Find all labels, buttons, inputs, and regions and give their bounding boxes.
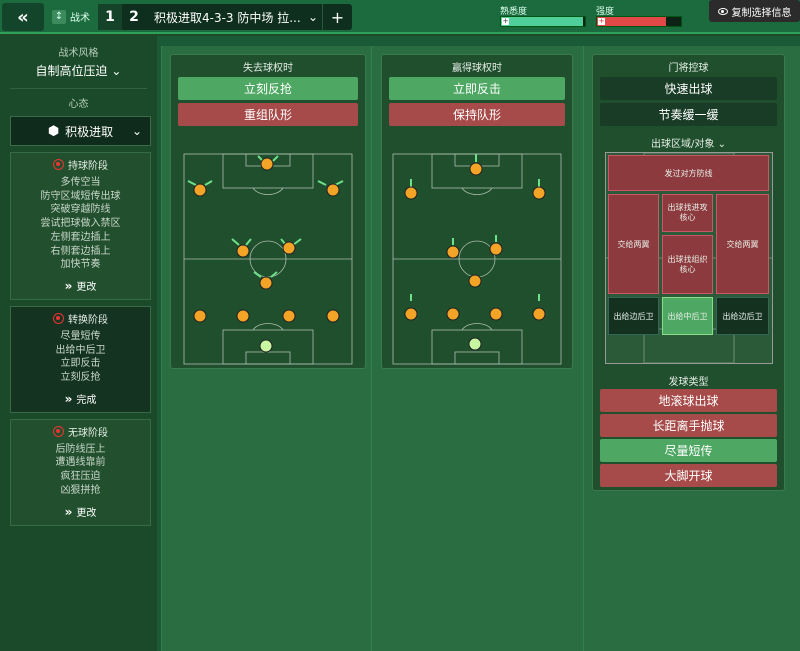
chevron-down-icon: ⌄ [131,124,142,138]
list-item: 加快节奏 [60,259,101,271]
no-ball-icon [53,425,64,437]
list-item: 突破穿越防线 [50,204,111,216]
style-value: 自制高位压迫 [35,64,108,78]
back-button[interactable]: « [2,3,44,31]
distribution-zones: 发过对方防线 交给两翼 出球找进攻核心 出球找组织核心 交给两翼 出给边后卫 出… [605,152,773,364]
loss-possession-panel: 失去球权时 立刻反抢 重组队形 [170,54,366,369]
zone-centre-back[interactable]: 出给中后卫 [662,297,713,335]
style-selector[interactable]: 自制高位压迫 ⌄ [0,62,157,79]
hold-shape-button[interactable]: 保持队形 [389,103,565,126]
long-throw-button[interactable]: 长距离手抛球 [600,414,777,437]
change-button-label: 更改 [76,507,97,519]
panel-title: 失去球权时 [243,63,293,74]
list-item: 多传空当 [60,177,101,188]
copy-selection-label: 复制选择信息 [731,7,792,19]
double-chevron-right-icon: » [64,391,73,406]
chevron-down-icon: ⌄ [111,64,122,78]
phase-transition: 转换阶段 尽量短传 出给中后卫 立即反击 立刻反抢 » 完成 [10,305,151,413]
target-icon [53,159,64,170]
list-item: 凶狠拼抢 [60,484,101,496]
double-chevron-left-icon: « [17,6,29,28]
copy-selection-button[interactable]: 复制选择信息 [709,0,800,22]
regroup-button[interactable]: 重组队形 [178,103,358,126]
tactic-slot-2[interactable]: 2 [122,4,146,30]
list-item: 立即反击 [60,358,101,370]
tactic-selector[interactable]: 1 2 积极进取4-3-3 防中场 拉... ⌄ + [98,4,352,30]
zone-selector[interactable]: 出球区域/对象 ⌄ [593,135,784,150]
goalkeeper-panel: 门将控球 快速出球 节奏缓一缓 出球区域/对象 ⌄ 发过对方防线 交给两翼 出球… [592,54,785,491]
counter-press-button[interactable]: 立刻反抢 [178,77,358,100]
double-chevron-right-icon: » [64,278,73,293]
chevron-down-icon[interactable]: ⌄ [304,10,322,24]
list-item: 后防线压上 [55,443,106,455]
intensity-fill [597,17,666,26]
phase-title: 无球阶段 [68,427,108,439]
intensity-meter: 强度 + [596,4,682,27]
list-item: 尝试把球做入禁区 [40,218,121,230]
familiarity-label: 熟悉度 [500,7,528,17]
tactics-tab-label: 战术 [70,13,90,24]
list-item: 遭遇线靠前 [55,457,106,469]
pitch-gain [392,153,562,365]
top-bar: « ↕ 战术 1 2 积极进取4-3-3 防中场 拉... ⌄ + 熟悉度 + … [0,0,800,34]
double-chevron-right-icon: » [64,504,73,519]
style-heading: 战术风格 [58,48,99,59]
short-pass-button[interactable]: 尽量短传 [600,439,777,462]
list-item: 右侧套边插上 [50,245,111,257]
sidebar: 战术风格 自制高位压迫 ⌄ 心态 ⬢ 积极进取 ⌄ 持球阶段 多传空当 防守区域… [0,36,157,651]
transition-icon [53,312,64,324]
chevron-down-icon: ⌄ [717,139,726,150]
phase-in-possession: 持球阶段 多传空当 防守区域短传出球 突破穿越防线 尝试把球做入禁区 左侧套边插… [10,152,151,300]
phase-title: 转换阶段 [68,314,108,326]
mentality-value: 积极进取 [65,124,114,139]
list-item: 防守区域短传出球 [40,190,121,202]
gain-possession-panel: 赢得球权时 立即反击 保持队形 [381,54,573,369]
zone-playmaker-core[interactable]: 出球找组织核心 [662,235,713,294]
main-area: 失去球权时 立刻反抢 重组队形 赢得球权时 立即反击 保持队形 门将控球 快速出… [157,36,800,651]
roll-it-out-button[interactable]: 地滚球出球 [600,389,777,412]
cube-icon: ⬢ [47,123,60,139]
distribution-heading: 发球类型 [668,377,709,388]
zone-heading: 出球区域/对象 [651,139,715,150]
list-item: 出给中后卫 [55,344,106,356]
panel-title: 门将控球 [668,63,709,74]
tactic-name: 积极进取4-3-3 防中场 拉... [154,10,301,25]
done-button-label: 完成 [76,394,97,406]
list-item: 左侧套边插上 [50,231,111,243]
change-button-label: 更改 [76,281,97,293]
familiarity-fill [501,17,584,26]
phase-out-of-possession: 无球阶段 后防线压上 遭遇线靠前 疯狂压迫 凶狠拼抢 » 更改 [10,418,151,526]
list-item: 立刻反抢 [60,372,101,384]
zone-beyond-defence[interactable]: 发过对方防线 [608,155,769,191]
zone-attack-core[interactable]: 出球找进攻核心 [662,194,713,232]
add-tactic-button[interactable]: + [322,4,352,30]
mentality-selector[interactable]: ⬢ 积极进取 ⌄ [10,116,151,146]
intensity-label: 强度 [596,7,615,17]
list-item: 疯狂压迫 [60,471,101,483]
list-item: 尽量短传 [60,330,101,342]
familiarity-meter: 熟悉度 + [500,4,586,27]
counter-attack-button[interactable]: 立即反击 [389,77,565,100]
zone-left-fullback[interactable]: 出给边后卫 [608,297,659,335]
zone-left-wing[interactable]: 交给两翼 [608,194,659,294]
distribute-quickly-button[interactable]: 快速出球 [600,77,777,100]
pitch-loss [183,153,353,365]
zone-right-fullback[interactable]: 出给边后卫 [716,297,769,335]
tactic-slot-1[interactable]: 1 [98,4,122,30]
goal-kick-long-button[interactable]: 大脚开球 [600,464,777,487]
slow-pace-down-button[interactable]: 节奏缓一缓 [600,103,777,126]
phase-title: 持球阶段 [68,161,108,172]
zone-right-wing[interactable]: 交给两翼 [716,194,769,294]
mentality-heading: 心态 [68,99,89,110]
done-button[interactable]: » 完成 [11,391,150,406]
eye-icon [717,7,728,15]
change-button[interactable]: » 更改 [11,504,150,519]
tactics-icon: ↕ [52,9,66,24]
tactics-tab[interactable]: ↕ 战术 [52,9,90,24]
change-button[interactable]: » 更改 [11,278,150,293]
panel-title: 赢得球权时 [452,63,502,74]
